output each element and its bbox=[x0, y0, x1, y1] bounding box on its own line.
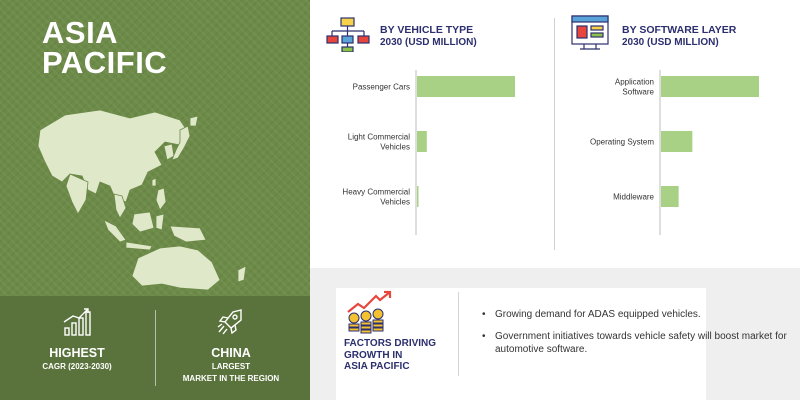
factors-label-line: GROWTH IN bbox=[344, 349, 403, 361]
software-panel-subtitle: 2030 (USD MILLION) bbox=[622, 37, 719, 48]
factors-list: Growing demand for ADAS equipped vehicle… bbox=[482, 308, 792, 365]
category-label-line: Application bbox=[615, 78, 654, 87]
chart-bar bbox=[661, 131, 693, 152]
category-label-line: Middleware bbox=[613, 193, 654, 202]
vehicle-panel-subtitle: 2030 (USD MILLION) bbox=[380, 37, 477, 48]
region-panel: ASIA PACIFIC HIGHEST CAGR (2023-2030) CH… bbox=[0, 0, 310, 400]
category-label-line: Light Commercial bbox=[348, 133, 410, 142]
stat-headline: CHINA bbox=[211, 346, 251, 360]
category-label: Passenger Cars bbox=[353, 83, 410, 92]
list-item: Government initiatives towards vehicle s… bbox=[482, 330, 792, 356]
chart-bar bbox=[661, 186, 679, 207]
asia-pacific-map-icon bbox=[37, 109, 247, 290]
stat-detail: LARGEST bbox=[211, 362, 251, 371]
software-panel-header: BY SOFTWARE LAYER 2030 (USD MILLION) bbox=[622, 24, 736, 48]
category-label-line: Vehicles bbox=[380, 143, 410, 152]
region-stats-bar: HIGHEST CAGR (2023-2030) CHINA LARGEST M… bbox=[0, 296, 310, 400]
flowchart-icon bbox=[326, 17, 370, 52]
category-label-line: Software bbox=[622, 88, 654, 97]
software-window-icon bbox=[571, 15, 609, 50]
panel-divider bbox=[554, 18, 555, 250]
region-title-line1: ASIA bbox=[42, 15, 119, 50]
category-label-line: Operating System bbox=[590, 138, 654, 147]
category-label-line: Heavy Commercial bbox=[342, 188, 410, 197]
category-label: Application Software bbox=[615, 78, 655, 97]
stat-headline: HIGHEST bbox=[49, 346, 105, 360]
stat-detail: CAGR (2023-2030) bbox=[42, 362, 112, 371]
vehicle-panel-header: BY VEHICLE TYPE 2030 (USD MILLION) bbox=[380, 24, 477, 48]
category-label: Light Commercial Vehicles bbox=[348, 133, 410, 152]
factors-divider bbox=[458, 292, 459, 376]
category-label-line: Vehicles bbox=[380, 198, 410, 207]
software-panel-title: BY SOFTWARE LAYER bbox=[622, 24, 737, 36]
category-label-line: Passenger Cars bbox=[353, 83, 410, 92]
stat-detail: MARKET IN THE REGION bbox=[182, 374, 280, 383]
stat-china-largest: CHINA LARGEST MARKET IN THE REGION bbox=[156, 306, 306, 384]
region-title-line2: PACIFIC bbox=[42, 45, 168, 80]
vehicle-panel-title: BY VEHICLE TYPE bbox=[380, 24, 474, 36]
software-layer-bar-chart: Application Software Operating System Middl… bbox=[590, 70, 759, 235]
chart-bar bbox=[417, 186, 419, 207]
chart-bar bbox=[661, 76, 759, 97]
category-label: Heavy Commercial Vehicles bbox=[342, 188, 410, 207]
coins-growth-icon bbox=[347, 290, 392, 334]
chart-bar bbox=[417, 76, 515, 97]
growth-factors-section: FACTORS DRIVING GROWTH IN ASIA PACIFIC G… bbox=[310, 268, 800, 400]
growth-bars-icon bbox=[63, 308, 91, 336]
factors-label-line: ASIA PACIFIC bbox=[344, 361, 410, 372]
region-title: ASIA PACIFIC bbox=[42, 15, 242, 80]
category-label: Middleware bbox=[613, 193, 654, 202]
rocket-icon bbox=[217, 309, 242, 335]
factors-label-line: FACTORS DRIVING bbox=[344, 338, 437, 349]
category-label: Operating System bbox=[590, 138, 654, 147]
list-item: Growing demand for ADAS equipped vehicle… bbox=[482, 308, 792, 321]
factors-label: FACTORS DRIVING GROWTH IN ASIA PACIFIC bbox=[344, 338, 444, 373]
vehicle-type-bar-chart: Passenger CarsLight Commercial VehiclesHe… bbox=[342, 70, 515, 235]
stat-highest-cagr: HIGHEST CAGR (2023-2030) bbox=[2, 306, 152, 372]
chart-bar bbox=[417, 131, 427, 152]
